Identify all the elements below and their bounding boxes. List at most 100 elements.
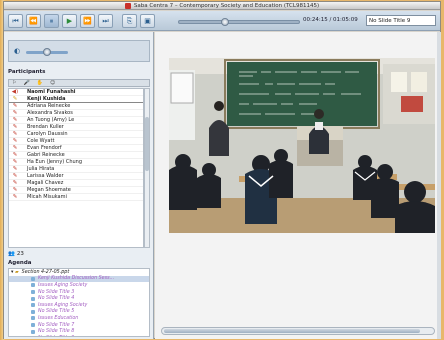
mic-column-icon[interactable]: 🎤 (23, 80, 29, 86)
skip-to-end-button[interactable]: ⏭ (98, 14, 113, 28)
participant-row[interactable]: ✎ Carolyn Daussin (9, 131, 143, 138)
agenda-root[interactable]: ▾ ▰ Section 4-27-05.ppt (9, 269, 149, 276)
participant-name: Julia Hirata (27, 166, 55, 172)
participant-row-moderator[interactable]: ◀) Naomi Funahashi (9, 89, 143, 96)
collapse-triangle-icon[interactable]: ▾ (11, 270, 13, 275)
skip-to-start-icon: ⏮ (12, 16, 19, 25)
play-button[interactable]: ▶ (62, 14, 77, 28)
hand-column-icon[interactable]: ✋ (37, 80, 43, 86)
participant-row[interactable]: ✎ Megan Shoemate (9, 187, 143, 194)
participant-row[interactable]: ✎ Julia Hirata (9, 166, 143, 173)
app-window: Saba Centra 7 – Contemporary Society and… (3, 1, 441, 339)
export-button[interactable]: ⎘ (122, 14, 137, 28)
participant-count: 👥 23 (8, 251, 24, 257)
play-icon: ▶ (66, 17, 73, 25)
participant-status-icon: ✎ (12, 131, 18, 137)
participant-row[interactable]: ✎ Adriana Reinecke (9, 103, 143, 110)
slide-icon (31, 276, 35, 281)
content-horizontal-scrollbar[interactable] (161, 327, 435, 335)
participant-name: Kenji Kushida (27, 96, 66, 102)
agenda-item[interactable]: Issues Education (9, 315, 149, 322)
participant-status-icon: ✎ (12, 180, 18, 186)
participant-row[interactable]: ✎ An Tuong (Amy) Le (9, 117, 143, 124)
participant-row[interactable]: ✎ Micah Misukami (9, 194, 143, 201)
participant-row[interactable]: ✎ Brendan Kuller (9, 124, 143, 131)
agenda-item[interactable]: Issues Aging Society (9, 302, 149, 309)
participant-row[interactable]: ✎ Cole Wyatt (9, 138, 143, 145)
app-icon (124, 2, 131, 9)
participant-name: Ha Eun (Jenny) Chung (27, 159, 83, 165)
participant-name: Brendan Kuller (27, 124, 64, 130)
agenda-item[interactable]: No Slide Title 9 (9, 335, 149, 337)
agenda-item[interactable]: Kenji Kushida Discussion Sess... (9, 275, 149, 283)
content-area (155, 32, 441, 339)
volume-slider[interactable] (26, 48, 68, 56)
participants-header: ⚐ 🎤 ✋ ☺ (8, 79, 150, 87)
fast-forward-icon: ⏩ (83, 17, 92, 25)
participants-list: ◀) Naomi Funahashi ✎ Kenji Kushida ✎ Adri… (8, 88, 144, 248)
agenda-item-label: No Slide Title 5 (38, 309, 75, 315)
participant-status-icon: ✎ (12, 103, 18, 109)
agenda-item-label: Issues Aging Society (38, 282, 88, 288)
participants-label: Participants (8, 69, 46, 75)
participant-name: Evan Frendorf (27, 145, 62, 151)
participant-name: Gabri Reinecke (27, 152, 65, 158)
pause-icon: ⏸ (49, 16, 54, 25)
title-bar[interactable]: Saba Centra 7 – Contemporary Society and… (4, 2, 440, 10)
playback-timeline[interactable] (178, 18, 300, 26)
participant-status-icon: ✎ (12, 138, 18, 144)
participant-row[interactable]: ✎ Evan Frendorf (9, 145, 143, 152)
image-button[interactable]: ▣ (140, 14, 155, 28)
participant-name: Naomi Funahashi (27, 89, 76, 95)
participant-row[interactable]: ✎ Alexandra Sivakos (9, 110, 143, 117)
participant-name: Micah Misukami (27, 194, 67, 200)
participant-row-presenter[interactable]: ✎ Kenji Kushida (9, 96, 143, 103)
fast-forward-button[interactable]: ⏩ (80, 14, 95, 28)
agenda-item-label: Issues Aging Society (38, 302, 88, 308)
slide-select-dropdown[interactable]: No Slide Title 9 (366, 15, 436, 26)
agenda-item-label: Issues Education (38, 315, 79, 321)
participant-row[interactable]: ✎ Larissa Walder (9, 173, 143, 180)
participant-status-icon: ✎ (12, 145, 18, 151)
volume-handle[interactable] (43, 48, 51, 56)
participant-row[interactable]: ✎ Ha Eun (Jenny) Chung (9, 159, 143, 166)
slide-icon (31, 309, 35, 314)
slide-icon (31, 329, 35, 334)
agenda-item-label: Kenji Kushida Discussion Sess... (38, 276, 115, 282)
status-column-icon[interactable]: ⚐ (12, 80, 16, 86)
participant-status-icon: ✎ (12, 173, 18, 179)
skip-to-start-button[interactable]: ⏮ (8, 14, 23, 28)
slide-icon (31, 296, 35, 301)
participant-row[interactable]: ✎ Magali Chavez (9, 180, 143, 187)
agenda-item-label: No Slide Title 8 (38, 329, 75, 335)
participants-scrollbar[interactable] (144, 88, 150, 248)
content-scroll-thumb[interactable] (164, 329, 420, 333)
image-icon: ▣ (144, 17, 151, 25)
pause-button[interactable]: ⏸ (44, 14, 59, 28)
participant-name: Larissa Walder (27, 173, 64, 179)
participant-status-icon: ✎ (12, 124, 18, 130)
participants-scroll-thumb[interactable] (145, 117, 149, 171)
participant-name: Cole Wyatt (27, 138, 55, 144)
agenda-item-label: No Slide Title 4 (38, 296, 75, 302)
participant-name: Magali Chavez (27, 180, 64, 186)
rewind-button[interactable]: ⏪ (26, 14, 41, 28)
export-icon: ⎘ (126, 16, 133, 25)
agenda-item[interactable]: No Slide Title 3 (9, 289, 149, 296)
agenda-item[interactable]: No Slide Title 7 (9, 322, 149, 329)
participant-status-icon: ✎ (12, 152, 18, 158)
speaker-icon: ◀) (11, 89, 19, 95)
participant-row[interactable]: ✎ Gabri Reinecke (9, 152, 143, 159)
agenda-item[interactable]: No Slide Title 5 (9, 309, 149, 316)
agenda-item[interactable]: Issues Aging Society (9, 282, 149, 289)
participant-name: Adriana Reinecke (27, 103, 71, 109)
rewind-icon: ⏪ (29, 17, 38, 25)
content-vertical-scrollbar[interactable] (437, 32, 441, 339)
slide-icon (31, 303, 35, 308)
agenda-item[interactable]: No Slide Title 8 (9, 328, 149, 335)
timeline-handle[interactable] (221, 18, 230, 26)
participant-status-icon: ✎ (12, 110, 18, 116)
agenda-item[interactable]: No Slide Title 4 (9, 295, 149, 302)
agenda-root-label: Section 4-27-05.ppt (21, 269, 70, 275)
emotion-column-icon[interactable]: ☺ (50, 80, 55, 86)
